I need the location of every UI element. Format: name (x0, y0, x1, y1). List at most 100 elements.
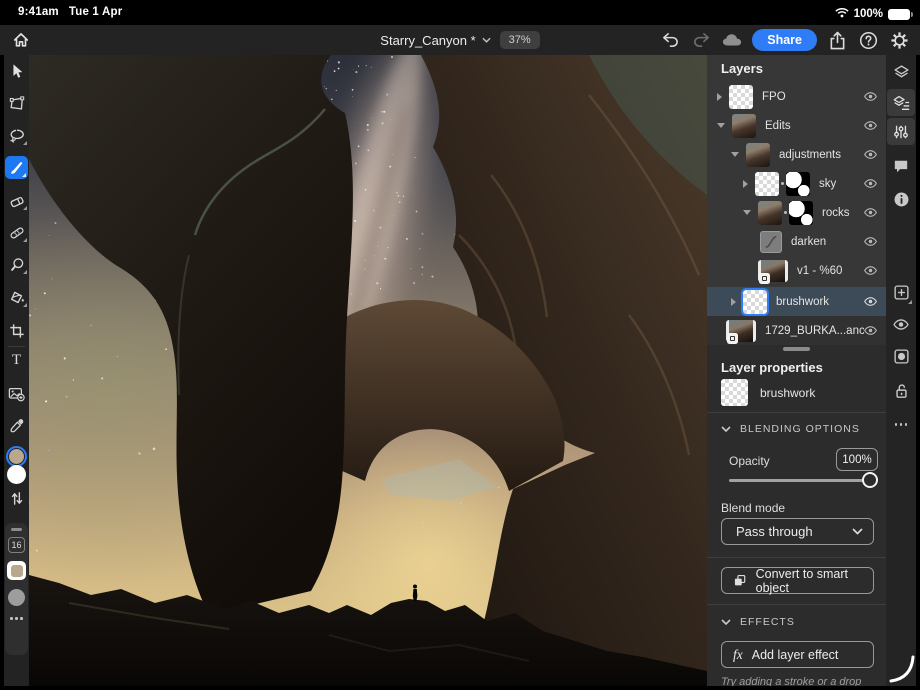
layer-thumbnail[interactable] (746, 143, 770, 167)
layer-row-fpo[interactable]: FPO (707, 82, 886, 111)
visibility-eye-icon[interactable] (864, 236, 877, 247)
app-header: Starry_Canyon * 37% Share (0, 25, 920, 55)
redo-button[interactable] (690, 29, 712, 51)
visibility-eye-icon[interactable] (864, 207, 877, 218)
convert-to-smart-object-button[interactable]: Convert to smart object (721, 567, 874, 594)
expand-chevron-icon[interactable] (743, 180, 748, 188)
document-title-text: Starry_Canyon * (380, 33, 475, 48)
document-canvas[interactable] (29, 55, 707, 686)
visibility-eye-icon[interactable] (864, 265, 877, 276)
smart-object-badge (759, 273, 770, 284)
more-options-button[interactable] (886, 411, 916, 438)
zoom-level-badge[interactable]: 37% (500, 31, 540, 49)
add-layer-effect-button[interactable]: fx Add layer effect (721, 641, 874, 668)
opacity-slider[interactable] (729, 472, 870, 488)
dodge-tool[interactable] (4, 253, 29, 276)
layer-row-sky[interactable]: sky (707, 169, 886, 198)
foreground-color-swatch[interactable] (6, 446, 27, 467)
layer-row-v1[interactable]: v1 - %60 (707, 256, 886, 285)
document-title[interactable]: Starry_Canyon * (380, 33, 490, 48)
effects-header[interactable]: EFFECTS (721, 616, 795, 628)
battery-icon (888, 9, 910, 20)
add-layer-button[interactable] (886, 279, 916, 306)
layer-row-darken[interactable]: darken (707, 227, 886, 256)
smart-object-icon (733, 573, 747, 588)
curves-adjustment-thumbnail[interactable] (760, 231, 782, 253)
layer-row-edits[interactable]: Edits (707, 111, 886, 140)
person-silhouette (413, 585, 418, 602)
brush-color-chip[interactable] (7, 561, 26, 580)
eraser-tool[interactable] (4, 189, 29, 212)
expand-chevron-icon[interactable] (717, 93, 722, 101)
cloud-sync-icon[interactable] (721, 29, 743, 51)
photoshop-ipad-app: 9:41amTue 1 Apr 100% Starry_Canyon * 37%… (0, 0, 920, 690)
brush-more-options[interactable] (5, 617, 28, 620)
eyedropper-tool[interactable] (4, 414, 29, 437)
brush-size-field[interactable]: 16 (8, 537, 25, 553)
blend-mode-value: Pass through (736, 524, 852, 539)
expand-chevron-icon[interactable] (731, 298, 736, 306)
layer-row-adjustments[interactable]: adjustments (707, 140, 886, 169)
visibility-eye-icon[interactable] (864, 91, 877, 102)
healing-brush-tool[interactable] (4, 221, 29, 244)
layer-row-rocks[interactable]: rocks (707, 198, 886, 227)
brush-options-panel: 16 (5, 523, 28, 655)
brush-tool[interactable] (5, 156, 28, 179)
brush-preview-circle[interactable] (8, 589, 25, 606)
layer-mask-thumbnail[interactable] (789, 201, 813, 225)
layer-thumbnail[interactable] (729, 85, 753, 109)
collapse-chevron-icon[interactable] (731, 152, 739, 157)
layer-row-brushwork-selected[interactable]: brushwork (707, 287, 886, 316)
panel-drag-handle[interactable] (783, 347, 810, 351)
blending-options-header[interactable]: BLENDING OPTIONS (721, 423, 860, 435)
move-tool[interactable] (4, 60, 29, 83)
fill-tool[interactable] (4, 286, 29, 309)
layer-properties-view-icon[interactable] (887, 89, 915, 116)
layer-row-1729[interactable]: 1729_BURKA...anced-NR33 (707, 316, 886, 345)
layer-thumbnail[interactable] (758, 201, 782, 225)
effects-hint-text: Try adding a stroke or a drop shadow. (721, 676, 878, 686)
smart-object-thumbnail[interactable] (726, 320, 756, 342)
swap-colors-button[interactable] (4, 487, 29, 510)
chevron-down-icon (721, 426, 731, 432)
settings-gear-icon[interactable] (888, 29, 910, 51)
visibility-eye-icon[interactable] (864, 149, 877, 160)
blend-mode-dropdown[interactable]: Pass through (721, 518, 874, 545)
layer-thumbnail[interactable] (732, 114, 756, 138)
layer-thumbnail[interactable] (755, 172, 779, 196)
export-icon[interactable] (826, 29, 848, 51)
background-color-swatch[interactable] (7, 465, 26, 484)
crop-tool[interactable] (4, 319, 29, 342)
add-effect-button-label: Add layer effect (752, 648, 839, 662)
layer-mask-thumbnail[interactable] (786, 172, 810, 196)
place-image-tool[interactable] (4, 382, 29, 405)
layer-properties-title: Layer properties (721, 360, 823, 375)
share-button[interactable]: Share (752, 29, 817, 52)
collapse-chevron-icon[interactable] (743, 210, 751, 215)
layers-view-icon[interactable] (886, 59, 916, 86)
info-icon[interactable] (886, 186, 916, 213)
lock-layer-button[interactable] (886, 377, 916, 404)
undo-button[interactable] (659, 29, 681, 51)
panel-drag-handle[interactable] (11, 528, 22, 531)
opacity-slider-knob[interactable] (862, 472, 878, 488)
layer-mask-button[interactable] (886, 343, 916, 370)
home-button[interactable] (11, 30, 31, 50)
layer-thumbnail[interactable] (743, 290, 767, 314)
comments-icon[interactable] (886, 153, 916, 180)
visibility-eye-icon[interactable] (864, 296, 877, 307)
status-time-date: 9:41amTue 1 Apr (18, 6, 132, 18)
status-time: 9:41am (18, 6, 59, 18)
help-icon[interactable] (857, 29, 879, 51)
visibility-eye-icon[interactable] (864, 120, 877, 131)
lasso-select-tool[interactable] (4, 124, 29, 147)
type-tool[interactable]: T (4, 349, 29, 372)
smart-object-thumbnail[interactable] (758, 260, 788, 282)
collapse-chevron-icon[interactable] (717, 123, 725, 128)
visibility-eye-icon[interactable] (864, 325, 877, 336)
visibility-eye-icon[interactable] (864, 178, 877, 189)
transform-tool[interactable] (4, 92, 29, 115)
adjustments-sliders-icon[interactable] (887, 118, 915, 145)
layer-visibility-button[interactable] (886, 311, 916, 338)
opacity-value-field[interactable]: 100% (836, 448, 878, 471)
